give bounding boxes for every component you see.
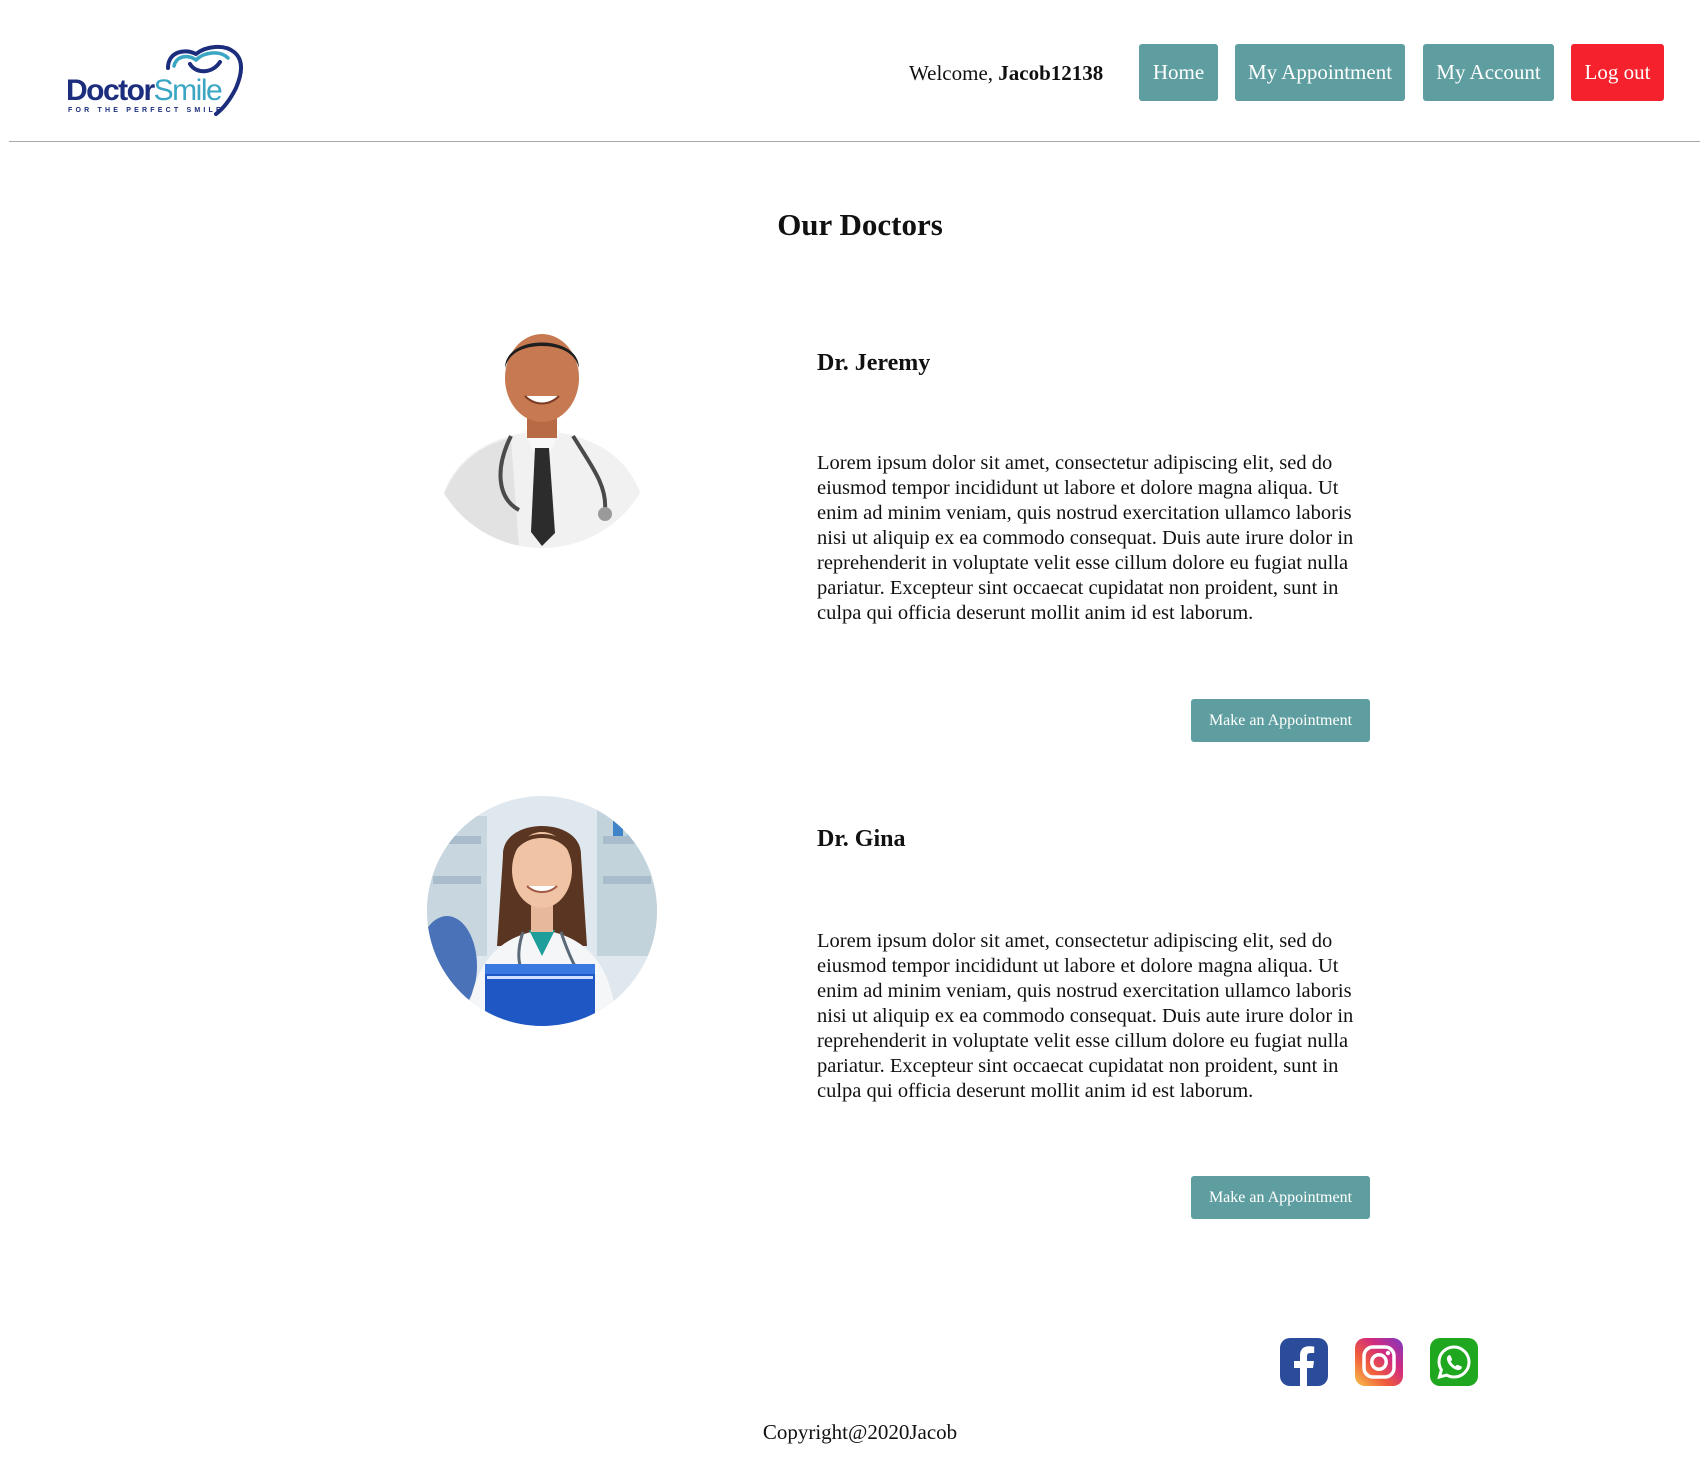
header-divider [9,141,1700,142]
logo-tagline: FOR THE PERFECT SMILE [68,107,224,114]
welcome-prefix: Welcome, [909,61,999,85]
make-appointment-button[interactable]: Make an Appointment [1191,1176,1370,1219]
doctor-bio: Lorem ipsum dolor sit amet, consectetur … [817,452,1354,624]
doctor-photo-male-icon [427,318,657,548]
facebook-glyph [1294,1346,1315,1386]
welcome-message: Welcome, Jacob12138 [909,60,1103,86]
doctorsmile-logo[interactable]: DoctorSmile FOR THE PERFECT SMILE [64,42,244,116]
doctor-name: Dr. Jeremy [817,350,931,376]
doctor-card: Dr. Jeremy Lorem ipsum dolor sit amet, c… [0,318,1700,778]
whatsapp-icon[interactable] [1430,1338,1478,1386]
page-title: Our Doctors [777,207,943,242]
doctor-photo-female-icon [427,796,657,1026]
facebook-icon[interactable] [1280,1338,1328,1386]
nav-home-button[interactable]: Home [1139,44,1218,101]
nav-my-account-button[interactable]: My Account [1423,44,1554,101]
instagram-glyph [1362,1345,1396,1379]
site-header: DoctorSmile FOR THE PERFECT SMILE Welcom… [0,0,1700,142]
doctor-photo [427,318,657,548]
logo-wordmark: DoctorSmile [66,74,223,108]
doctor-bio: Lorem ipsum dolor sit amet, consectetur … [817,930,1354,1102]
username: Jacob12138 [998,61,1104,85]
doctor-name: Dr. Gina [817,826,906,852]
doctor-card: Dr. Gina Lorem ipsum dolor sit amet, con… [0,796,1700,1256]
whatsapp-glyph [1437,1345,1471,1380]
copyright-text: Copyright@2020Jacob [762,1420,958,1444]
logo-word-doctor: Doctor [66,74,155,107]
nav-my-appointment-button[interactable]: My Appointment [1235,44,1405,101]
doctor-photo [427,796,657,1026]
make-appointment-button[interactable]: Make an Appointment [1191,699,1370,742]
instagram-icon[interactable] [1355,1338,1403,1386]
logout-button[interactable]: Log out [1571,44,1664,101]
logo-word-smile: Smile [153,74,223,107]
